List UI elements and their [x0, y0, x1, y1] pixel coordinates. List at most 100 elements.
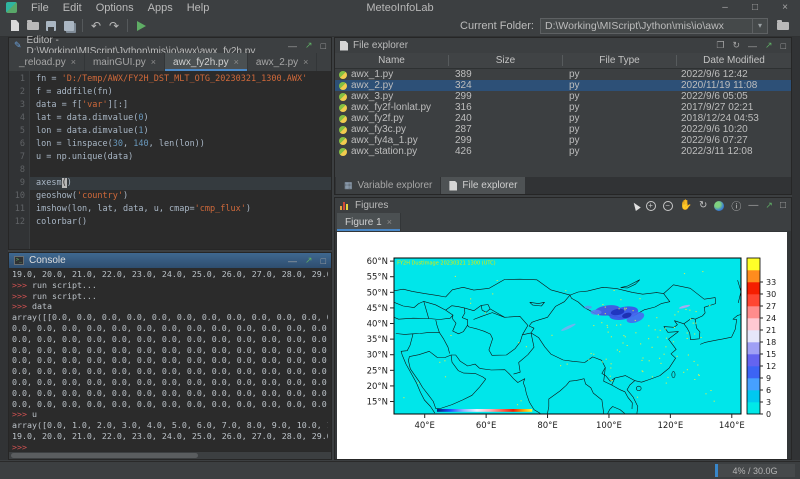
file-row-awx_1.py[interactable]: awx_1.py389py2022/9/6 12:42 — [335, 69, 791, 80]
save-button[interactable] — [42, 17, 60, 34]
column-header-size[interactable]: Size — [449, 55, 563, 66]
tab-figure-1[interactable]: Figure 1 × — [337, 213, 401, 231]
scrollbar-thumb[interactable] — [11, 453, 198, 458]
browse-folder-icon — [777, 22, 789, 30]
python-file-icon — [339, 82, 347, 90]
export-icon[interactable]: ❐ — [716, 40, 724, 51]
code-editor[interactable]: 1fn = 'D:/Temp/AWX/FY2H_DST_MLT_OTG_2023… — [9, 71, 331, 249]
save-as-button[interactable] — [60, 17, 78, 34]
browse-folder-button[interactable] — [774, 17, 792, 34]
menu-file[interactable]: File — [24, 2, 56, 14]
identify-icon[interactable]: ⓘ — [731, 198, 741, 213]
editor-tab-mainGUI.py[interactable]: mainGUI.py× — [85, 53, 165, 71]
console-output[interactable]: 19.0, 20.0, 21.0, 22.0, 23.0, 24.0, 25.0… — [9, 268, 331, 451]
menu-apps[interactable]: Apps — [141, 2, 180, 14]
minimize-window-icon[interactable]: – — [710, 2, 740, 13]
console-title-bar: >_ Console — ↗ □ — [9, 253, 331, 268]
minimize-panel-icon[interactable]: — — [288, 41, 297, 51]
chevron-down-icon[interactable]: ▾ — [752, 19, 767, 33]
console-horizontal-scrollbar[interactable] — [9, 451, 331, 459]
close-tab-icon[interactable]: × — [387, 217, 392, 227]
current-folder-input[interactable] — [541, 20, 752, 32]
python-file-icon — [339, 104, 347, 112]
file-explorer-panel: File explorer ❐ ↻ — ↗ □ NameSizeFile Typ… — [334, 37, 792, 195]
current-folder-combobox[interactable]: ▾ — [540, 18, 768, 34]
file-row-awx_3.py[interactable]: awx_3.py299py2022/9/6 05:05 — [335, 91, 791, 102]
python-file-icon — [339, 126, 347, 134]
tab-variable-explorer[interactable]: ▦Variable explorer — [336, 177, 440, 194]
close-tab-icon[interactable]: × — [303, 57, 308, 67]
column-header-date-modified[interactable]: Date Modified — [677, 55, 791, 66]
maximize-panel-icon[interactable]: □ — [781, 41, 786, 51]
run-script-button[interactable] — [132, 17, 150, 34]
window-controls: – □ × — [710, 2, 800, 13]
maximize-panel-icon[interactable]: □ — [780, 200, 786, 211]
console-icon: >_ — [14, 256, 24, 265]
zoom-out-icon[interactable]: − — [663, 201, 673, 211]
file-row-awx_fy2f-lonlat.py[interactable]: awx_fy2f-lonlat.py316py2017/9/27 02:21 — [335, 102, 791, 113]
undo-button[interactable]: ↶ — [87, 17, 105, 34]
editor-tab-awx_fy2h.py[interactable]: awx_fy2h.py× — [165, 53, 248, 71]
close-tab-icon[interactable]: × — [234, 57, 239, 67]
code-line: 3data = f['var'][:] — [9, 99, 331, 112]
console-panel: >_ Console — ↗ □ 19.0, 20.0, 21.0, 22.0,… — [8, 252, 332, 460]
console-line: 0.0, 0.0, 0.0, 0.0, 0.0, 0.0, 0.0, 0.0, … — [12, 345, 328, 356]
file-row-awx_2.py[interactable]: awx_2.py324py2020/11/19 11:08 — [335, 80, 791, 91]
new-script-button[interactable] — [6, 17, 24, 34]
file-row-awx_fy2f.py[interactable]: awx_fy2f.py240py2018/12/24 04:53 — [335, 113, 791, 124]
console-line: 0.0, 0.0, 0.0, 0.0, 0.0, 0.0, 0.0, 0.0, … — [12, 323, 328, 334]
float-panel-icon[interactable]: ↗ — [765, 40, 773, 51]
minimize-panel-icon[interactable]: — — [748, 41, 757, 51]
file-row-awx_station.py[interactable]: awx_station.py426py2022/3/11 12:08 — [335, 146, 791, 157]
menu-edit[interactable]: Edit — [56, 2, 89, 14]
editor-tab-_reload.py[interactable]: _reload.py× — [11, 53, 85, 71]
editor-tab-awx_2.py[interactable]: awx_2.py× — [248, 53, 318, 71]
menu-help[interactable]: Help — [180, 2, 217, 14]
float-panel-icon[interactable]: ↗ — [305, 40, 313, 51]
svg-text:12: 12 — [766, 362, 776, 371]
console-title: Console — [29, 255, 66, 266]
code-line: 5lon = data.dimvalue(1) — [9, 125, 331, 138]
minimize-panel-icon[interactable]: — — [288, 256, 297, 266]
svg-text:55°N: 55°N — [367, 273, 388, 283]
right-edge-strip — [792, 37, 800, 460]
python-file-icon — [339, 93, 347, 101]
file-row-awx_fy4a_1.py[interactable]: awx_fy4a_1.py299py2022/9/6 07:27 — [335, 135, 791, 146]
map-figure[interactable]: FY2H DustImage 20230321 1300 (UTC)40°E60… — [337, 232, 787, 459]
maximize-panel-icon[interactable]: □ — [321, 256, 326, 266]
variable-grid-icon: ▦ — [344, 180, 353, 191]
globe-icon[interactable] — [714, 201, 724, 211]
column-header-file-type[interactable]: File Type — [563, 55, 677, 66]
figure-canvas[interactable]: FY2H DustImage 20230321 1300 (UTC)40°E60… — [335, 231, 791, 459]
float-panel-icon[interactable]: ↗ — [305, 255, 313, 266]
svg-text:120°E: 120°E — [657, 421, 683, 431]
minimize-panel-icon[interactable]: — — [748, 200, 758, 211]
editor-title-bar: ✎ Editor - D:\Working\MIScript\Jython\mi… — [9, 38, 331, 53]
code-line: 6lon = linspace(30, 140, len(lon)) — [9, 138, 331, 151]
close-window-icon[interactable]: × — [770, 2, 800, 13]
zoom-in-icon[interactable]: + — [646, 201, 656, 211]
file-table-header[interactable]: NameSizeFile TypeDate Modified — [335, 53, 791, 69]
tab-file-explorer[interactable]: File explorer — [441, 177, 525, 194]
close-tab-icon[interactable]: × — [151, 57, 156, 67]
close-tab-icon[interactable]: × — [71, 57, 76, 67]
open-file-button[interactable] — [24, 17, 42, 34]
svg-text:6: 6 — [766, 386, 771, 395]
run-icon — [137, 21, 146, 31]
redo-button[interactable]: ↷ — [105, 17, 123, 34]
code-line: 7u = np.unique(data) — [9, 151, 331, 164]
pan-icon[interactable]: ✋ — [680, 200, 692, 211]
svg-text:80°E: 80°E — [537, 421, 557, 431]
menu-options[interactable]: Options — [89, 2, 141, 14]
file-explorer-title: File explorer — [353, 40, 408, 51]
svg-text:15: 15 — [766, 350, 776, 359]
file-row-awx_fy3c.py[interactable]: awx_fy3c.py287py2022/9/6 10:20 — [335, 124, 791, 135]
maximize-window-icon[interactable]: □ — [740, 2, 770, 13]
code-line: 12colorbar() — [9, 216, 331, 229]
rotate-icon[interactable]: ↻ — [699, 200, 707, 211]
maximize-panel-icon[interactable]: □ — [321, 41, 326, 51]
column-header-name[interactable]: Name — [335, 55, 449, 66]
float-panel-icon[interactable]: ↗ — [765, 200, 773, 211]
refresh-icon[interactable]: ↻ — [732, 40, 740, 51]
select-cursor-icon[interactable] — [631, 201, 641, 211]
